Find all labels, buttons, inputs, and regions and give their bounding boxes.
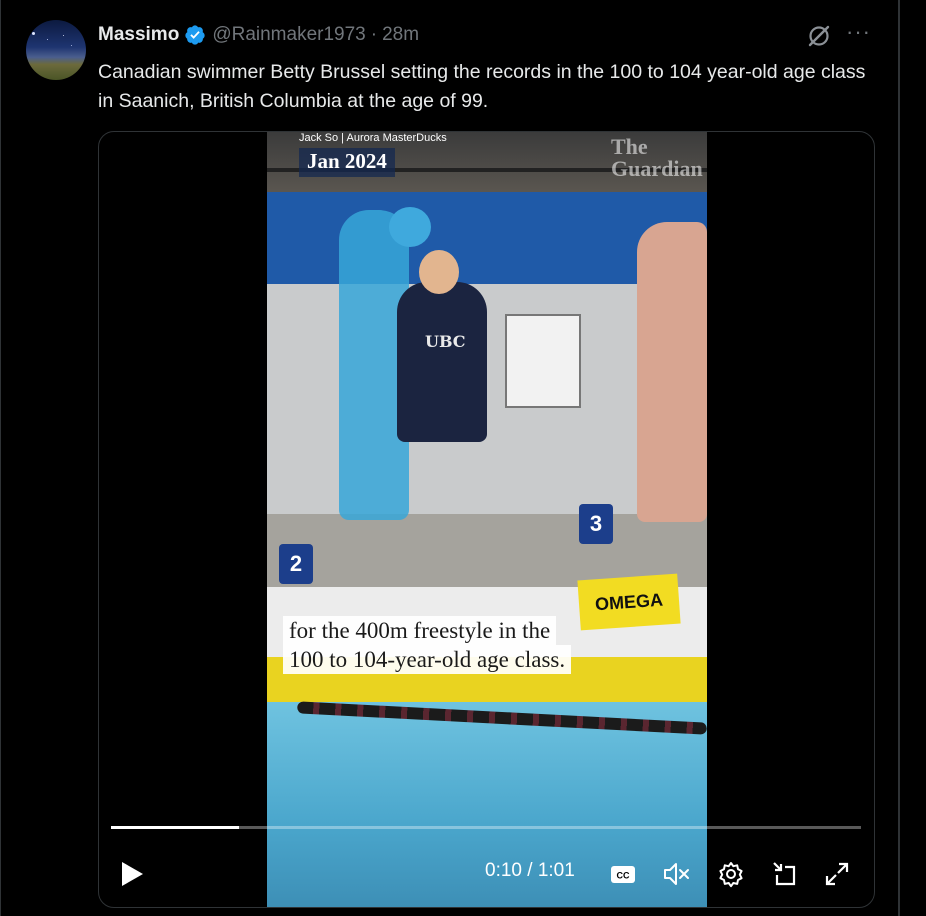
video-player[interactable]: 2 3 OMEGA UBC Jack So | Aurora MasterDuc… (98, 131, 875, 908)
ubc-logo-text: UBC (425, 332, 466, 351)
caption-line-1: for the 400m freestyle in the (283, 616, 557, 645)
lane-number-2: 2 (279, 544, 313, 584)
watermark-line-1: The (611, 134, 648, 159)
video-swim-cap (389, 207, 431, 247)
video-helper (397, 282, 487, 442)
video-whiteboard (505, 314, 581, 408)
guardian-watermark: The Guardian (611, 136, 703, 180)
header-separator: · (370, 24, 378, 45)
captions-label: CC (617, 871, 630, 881)
minimize-icon[interactable] (771, 860, 799, 888)
tweet-text: Canadian swimmer Betty Brussel setting t… (98, 61, 866, 112)
tweet-time[interactable]: 28m (382, 24, 419, 46)
right-border (898, 0, 900, 916)
author-name[interactable]: Massimo (98, 24, 179, 46)
fullscreen-icon[interactable] (823, 860, 851, 888)
avatar[interactable] (26, 20, 86, 80)
author-handle[interactable]: @Rainmaker1973 (212, 24, 365, 46)
more-icon[interactable]: ··· (846, 21, 872, 46)
video-progress-bar[interactable] (111, 826, 861, 829)
settings-gear-icon[interactable] (717, 860, 745, 888)
time-separator: / (521, 860, 538, 881)
video-helper-head (419, 250, 459, 294)
volume-muted-icon[interactable] (662, 860, 690, 888)
duration: 1:01 (537, 860, 575, 881)
video-progress-fill (111, 826, 239, 829)
video-caption: for the 400m freestyle in the 100 to 104… (283, 616, 572, 674)
video-date-tag: Jan 2024 (299, 148, 395, 177)
play-icon[interactable] (119, 860, 145, 888)
verified-badge-icon[interactable] (184, 24, 206, 46)
tweet[interactable]: Massimo @Rainmaker1973 · 28m ··· Canadia… (0, 0, 898, 916)
watermark-line-2: Guardian (611, 156, 703, 181)
lane-number-3: 3 (579, 504, 613, 544)
video-time-display: 0:10 / 1:01 (485, 860, 575, 882)
caption-line-2: 100 to 104-year-old age class. (283, 645, 572, 674)
video-swimmer-right (637, 222, 707, 522)
captions-icon[interactable]: CC (609, 860, 637, 888)
omega-sign: OMEGA (577, 573, 681, 631)
tweet-header: Massimo @Rainmaker1973 · 28m (98, 22, 419, 48)
grok-icon[interactable] (806, 23, 832, 49)
current-time: 0:10 (485, 860, 522, 881)
video-frame[interactable]: 2 3 OMEGA UBC Jack So | Aurora MasterDuc… (267, 132, 707, 907)
video-credit: Jack So | Aurora MasterDucks (299, 132, 447, 144)
